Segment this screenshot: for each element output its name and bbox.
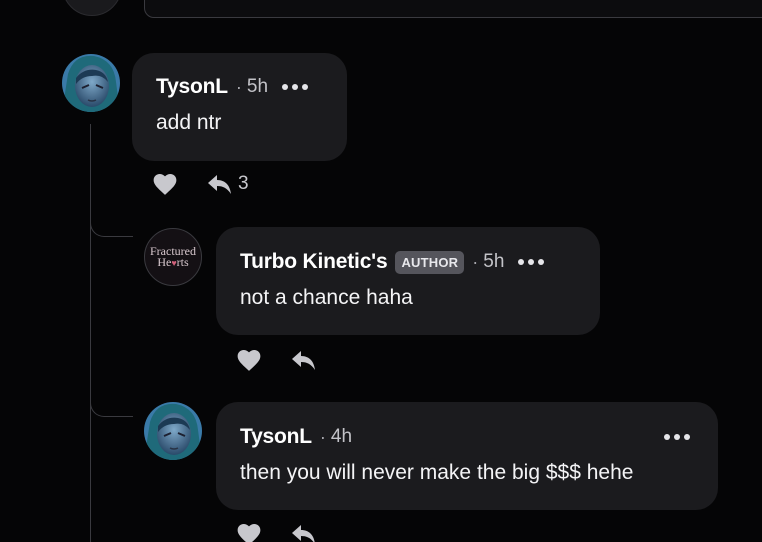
separator-dot: · <box>235 76 242 97</box>
comment-bubble: Turbo Kinetic's AUTHOR · 5h not a chance… <box>216 227 600 335</box>
comment-actions: 3 <box>152 172 249 196</box>
heart-icon <box>237 350 261 371</box>
comment-header: Turbo Kinetic's AUTHOR · 5h <box>240 250 600 274</box>
comment-author[interactable]: TysonL <box>240 425 312 449</box>
comment-timestamp: 4h <box>330 426 353 447</box>
reply-arrow-icon <box>208 175 231 194</box>
author-avatar[interactable]: Fractured He♥rts <box>144 228 202 286</box>
heart-icon <box>153 174 177 195</box>
reply-button[interactable] <box>290 522 318 542</box>
reply-button[interactable] <box>290 348 318 372</box>
comment-text: not a chance haha <box>240 286 413 309</box>
more-options-icon[interactable] <box>664 434 690 440</box>
thread-branch-connector <box>90 218 133 237</box>
heart-icon <box>237 524 261 542</box>
comment-actions <box>236 348 318 372</box>
comment-input-field[interactable] <box>144 0 762 18</box>
comment-timestamp: 5h <box>483 251 505 272</box>
user-avatar-image <box>144 402 202 460</box>
comment-text: then you will never make the big $$$ heh… <box>240 461 634 484</box>
logo-text-part: He <box>157 254 172 269</box>
like-button[interactable] <box>236 348 262 372</box>
like-button[interactable] <box>236 522 262 542</box>
comment-bubble: TysonL · 4h then you will never make the… <box>216 402 718 510</box>
comment-header: TysonL · 4h <box>240 425 718 449</box>
reply-arrow-icon <box>292 351 315 370</box>
comment-author[interactable]: TysonL <box>156 75 228 99</box>
like-button[interactable] <box>152 172 178 196</box>
comment-header: TysonL · 5h <box>156 75 347 99</box>
comment-author[interactable]: Turbo Kinetic's <box>240 250 388 274</box>
logo-text-part: rts <box>176 254 189 269</box>
separator-dot: · <box>319 426 326 447</box>
avatar[interactable] <box>62 54 120 112</box>
current-user-avatar <box>62 0 122 16</box>
thread-branch-connector <box>90 398 133 417</box>
comment-actions <box>236 522 318 542</box>
author-badge: AUTHOR <box>395 250 465 274</box>
user-avatar-image <box>62 54 120 112</box>
comment-bubble: TysonL · 5h add ntr <box>132 53 347 161</box>
comment-text: add ntr <box>156 111 222 134</box>
avatar[interactable] <box>144 402 202 460</box>
more-options-icon[interactable] <box>282 84 309 90</box>
reply-count: 3 <box>238 173 249 194</box>
reply-button[interactable]: 3 <box>206 172 249 196</box>
logo-text-line2: He♥rts <box>157 254 189 269</box>
reply-arrow-icon <box>292 525 315 542</box>
comment-timestamp: 5h <box>246 76 269 97</box>
more-options-icon[interactable] <box>518 259 545 265</box>
comment-thread: TysonL · 5h add ntr 3 Fractured He♥rts T… <box>0 0 762 542</box>
separator-dot: · <box>472 251 479 272</box>
thread-line <box>90 124 91 542</box>
